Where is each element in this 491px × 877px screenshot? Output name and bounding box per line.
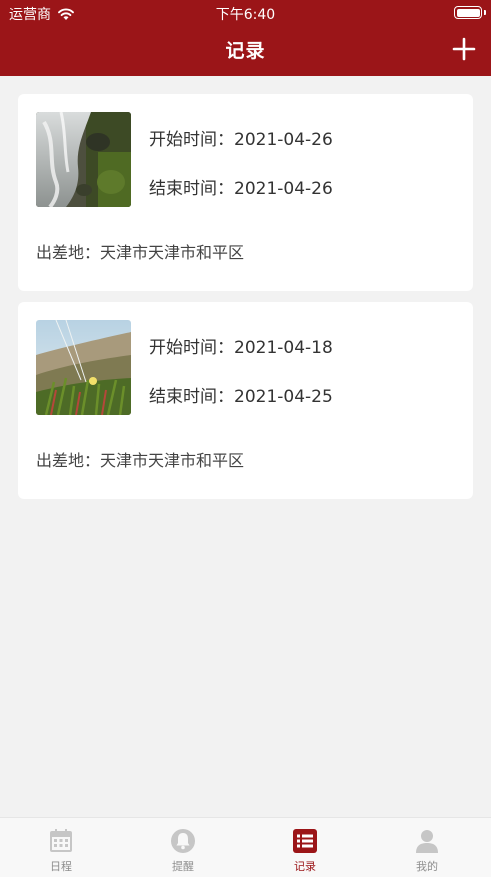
start-time: 开始时间：2021-04-18 <box>149 338 333 358</box>
tab-label: 记录 <box>294 860 316 873</box>
end-time: 结束时间：2021-04-25 <box>149 387 333 407</box>
calendar-icon <box>50 829 72 852</box>
end-time: 结束时间：2021-04-26 <box>149 179 333 199</box>
list-icon <box>293 829 317 853</box>
tab-label: 日程 <box>50 860 72 873</box>
start-time: 开始时间：2021-04-26 <box>149 130 333 150</box>
tab-records[interactable]: 记录 <box>244 818 366 877</box>
bell-icon <box>171 829 195 853</box>
plus-icon <box>452 37 476 61</box>
destination: 出差地：天津市天津市和平区 <box>36 243 245 262</box>
header-bar: 运营商 下午6:40 记录 <box>0 0 491 76</box>
record-thumbnail <box>36 112 131 207</box>
waterfall-rocks-photo <box>36 112 131 207</box>
tab-label: 我的 <box>416 860 438 873</box>
battery-icon <box>454 6 482 19</box>
tab-bar: 日程 提醒 记录 我的 <box>0 817 491 877</box>
record-thumbnail <box>36 320 131 415</box>
tab-schedule[interactable]: 日程 <box>0 818 122 877</box>
page-title: 记录 <box>225 40 266 62</box>
user-icon <box>416 830 438 853</box>
record-card[interactable]: 开始时间：2021-04-26 结束时间：2021-04-26 出差地：天津市天… <box>18 94 473 291</box>
record-card[interactable]: 开始时间：2021-04-18 结束时间：2021-04-25 出差地：天津市天… <box>18 302 473 499</box>
tab-reminder[interactable]: 提醒 <box>122 818 244 877</box>
status-bar: 运营商 下午6:40 <box>0 0 491 26</box>
battery-tip <box>484 10 486 15</box>
hillside-flower-photo <box>36 320 131 415</box>
destination: 出差地：天津市天津市和平区 <box>36 451 245 470</box>
status-time: 下午6:40 <box>215 7 276 23</box>
add-record-button[interactable] <box>451 36 477 62</box>
tab-profile[interactable]: 我的 <box>366 818 488 877</box>
tab-label: 提醒 <box>172 860 194 873</box>
